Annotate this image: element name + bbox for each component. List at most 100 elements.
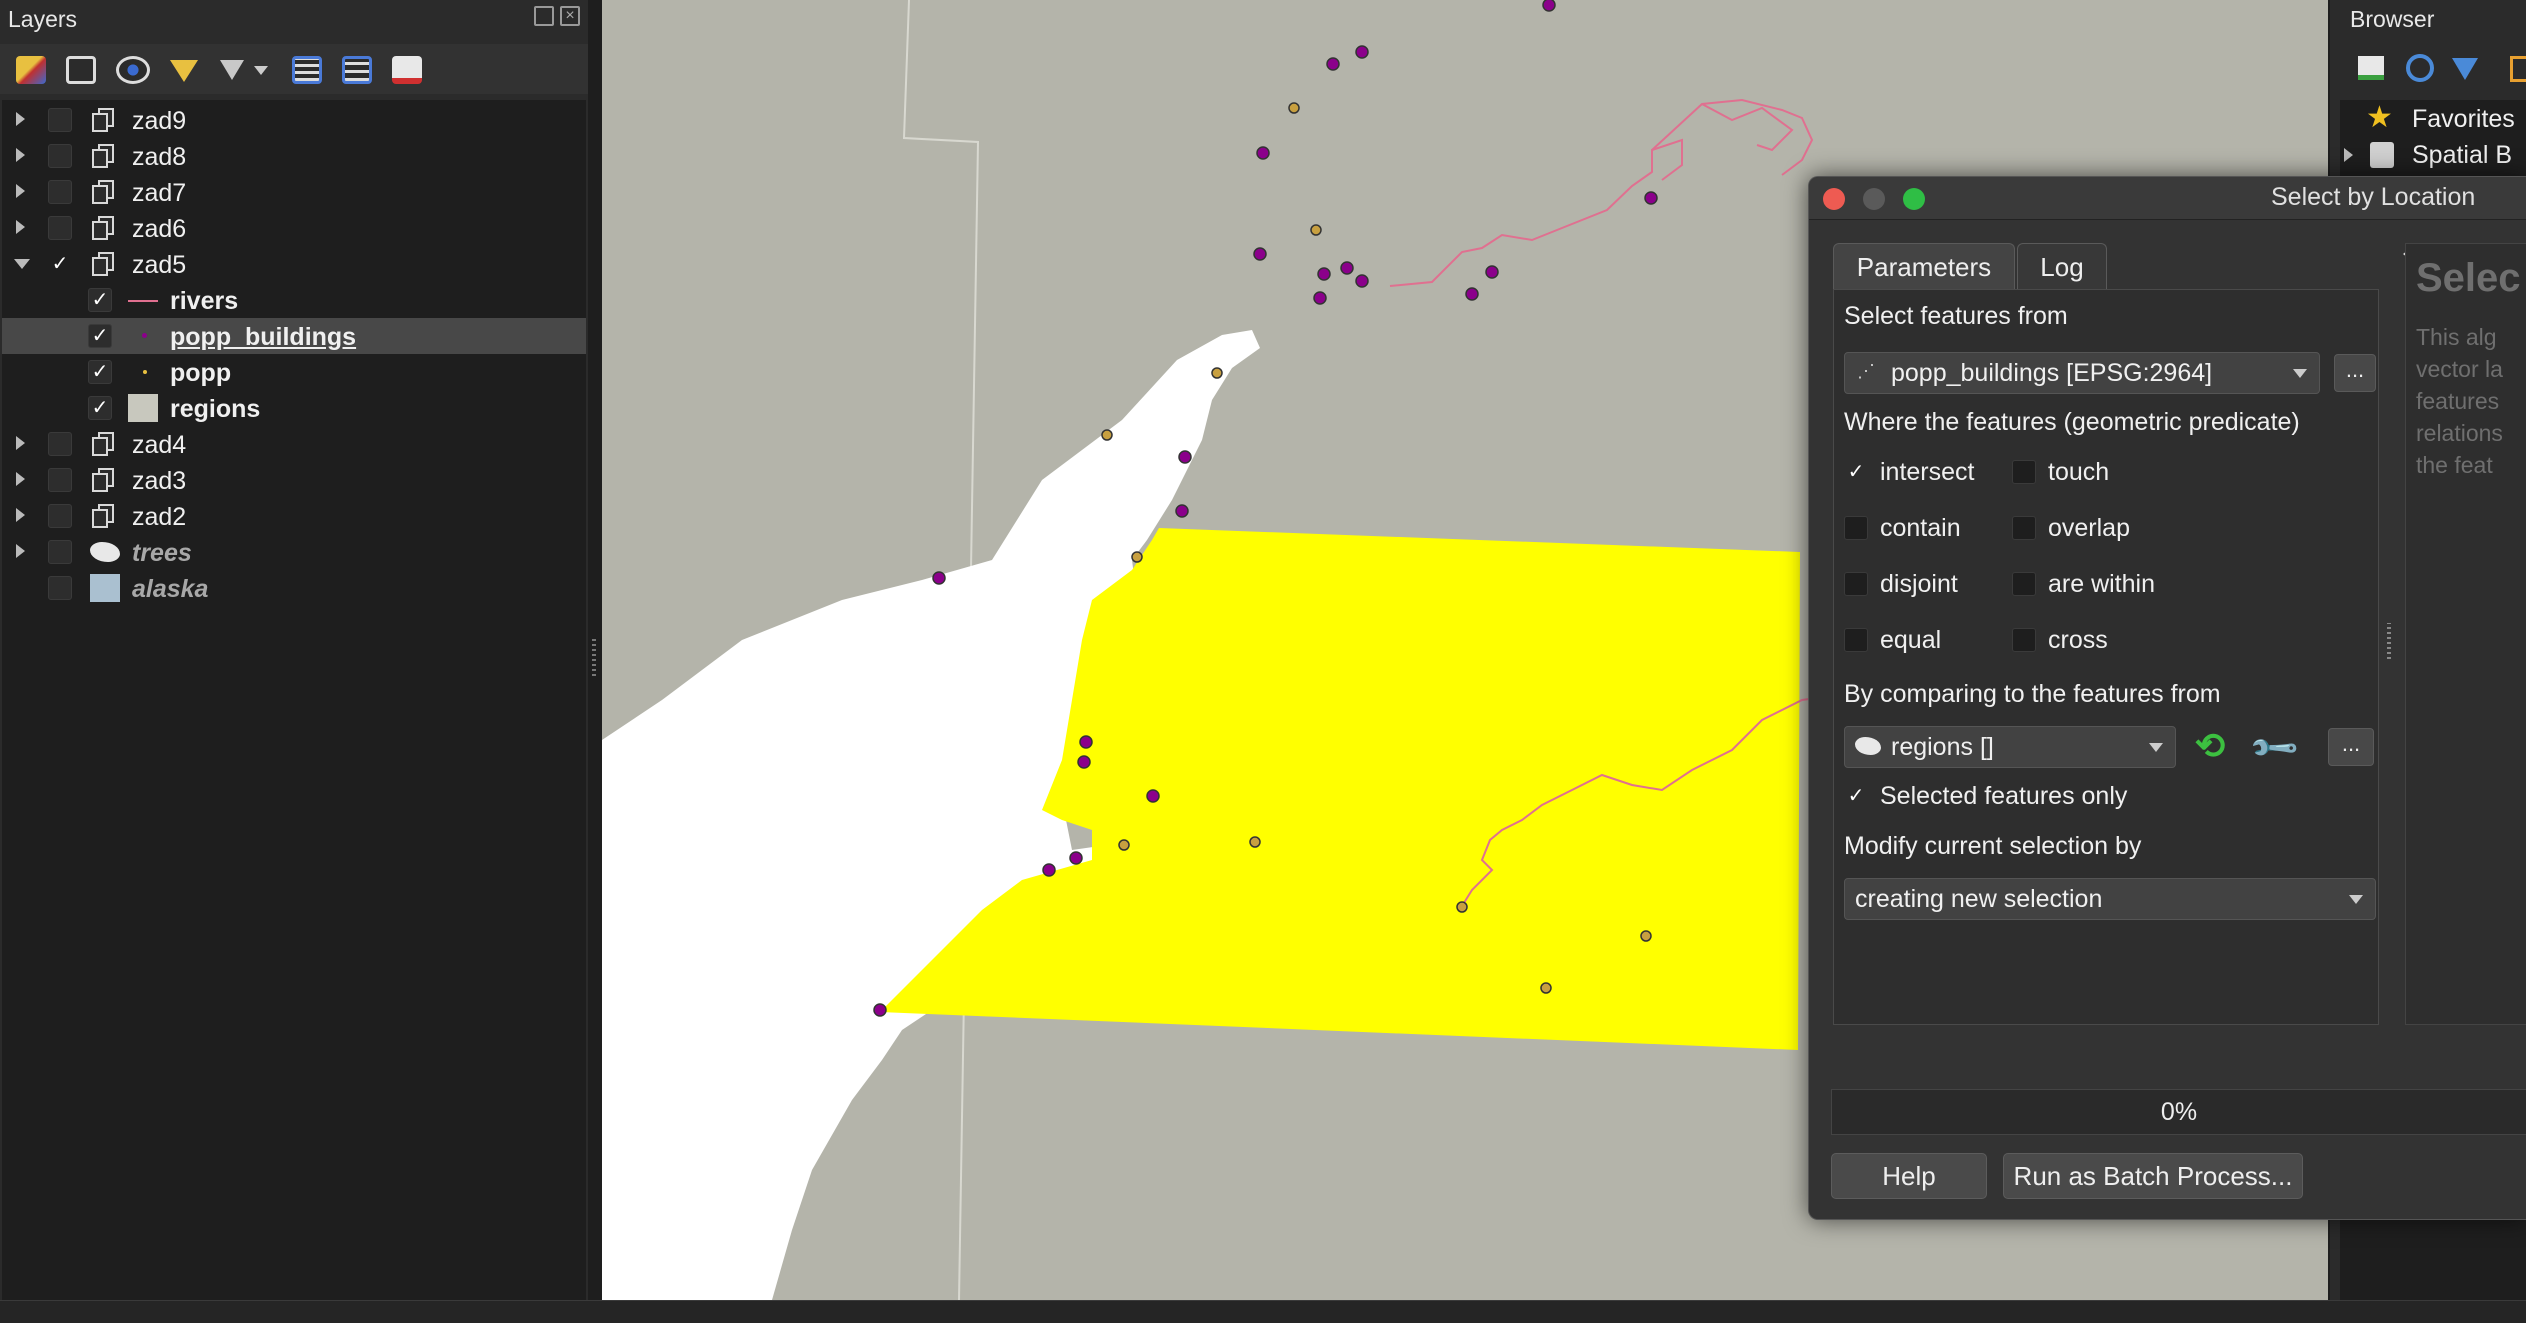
intersect-checkbox[interactable]: ✓ (1844, 460, 1868, 484)
compare-more-button[interactable]: ... (2328, 728, 2374, 766)
polygon-symbol-icon (128, 394, 158, 422)
modify-selection-label: Modify current selection by (1844, 832, 2142, 860)
layer-group-icon (92, 432, 114, 456)
layer-visibility-checkbox[interactable]: ✓ (48, 252, 72, 276)
collapse-arrow-icon[interactable] (14, 259, 30, 269)
filter-by-expression-icon[interactable] (220, 60, 244, 80)
tab-parameters[interactable]: Parameters (1833, 243, 2015, 290)
layer-visibility-checkbox[interactable] (48, 576, 72, 600)
disjoint-checkbox[interactable] (1844, 572, 1868, 596)
layer-visibility-checkbox[interactable] (48, 540, 72, 564)
expand-arrow-icon[interactable] (16, 184, 25, 198)
dialog-titlebar[interactable]: Select by Location (1809, 177, 2526, 220)
layer-label: zad4 (132, 431, 187, 459)
close-panel-icon[interactable]: × (560, 6, 580, 26)
modify-selection-value: creating new selection (1855, 885, 2103, 913)
layer-tree-item[interactable]: zad9 (2, 102, 586, 138)
filter-legend-icon[interactable] (170, 60, 198, 82)
layer-tree-item[interactable]: zad7 (2, 174, 586, 210)
browser-panel-title: Browser (2350, 6, 2435, 32)
collapse-all-icon[interactable] (342, 56, 372, 84)
tab-log[interactable]: Log (2017, 243, 2107, 290)
expand-arrow-icon[interactable] (16, 220, 25, 234)
contain-label: contain (1880, 514, 1961, 542)
manage-visibility-icon[interactable] (116, 56, 150, 84)
expand-arrow-icon[interactable] (16, 112, 25, 126)
add-group-icon[interactable] (66, 56, 96, 84)
layer-visibility-checkbox[interactable] (48, 504, 72, 528)
panel-splitter-handle[interactable] (592, 636, 596, 676)
layer-tree-item[interactable]: zad2 (2, 498, 586, 534)
expand-arrow-icon[interactable] (16, 472, 25, 486)
layer-tree-item[interactable]: zad3 (2, 462, 586, 498)
expand-arrow-icon[interactable] (16, 508, 25, 522)
layer-tree-item[interactable]: zad8 (2, 138, 586, 174)
layer-label: regions (170, 395, 261, 423)
layer-group-icon (92, 468, 114, 492)
layer-tree-item[interactable]: alaska (2, 570, 586, 606)
wrench-settings-icon[interactable]: 🔧 (2247, 721, 2301, 775)
add-selected-layers-icon[interactable] (2358, 56, 2384, 80)
river-line (1389, 138, 1683, 287)
layer-tree-item[interactable]: ✓ zad5 (2, 246, 586, 282)
expand-all-icon[interactable] (292, 56, 322, 84)
collapse-all-icon[interactable] (2510, 56, 2526, 82)
help-text-line: This alg (2416, 324, 2497, 350)
overlap-checkbox[interactable] (2012, 516, 2036, 540)
refresh-icon[interactable] (2406, 54, 2434, 82)
layer-visibility-checkbox[interactable] (48, 144, 72, 168)
layer-visibility-checkbox[interactable] (48, 468, 72, 492)
iterate-over-features-icon[interactable]: ⟲ (2190, 728, 2230, 766)
modify-selection-combo[interactable]: creating new selection (1844, 878, 2376, 920)
expand-arrow-icon[interactable] (16, 544, 25, 558)
minimize-window-icon[interactable] (1863, 188, 1885, 210)
progress-bar: 0% (1831, 1089, 2526, 1135)
layer-visibility-checkbox[interactable] (48, 216, 72, 240)
layer-visibility-checkbox[interactable] (48, 432, 72, 456)
cross-checkbox[interactable] (2012, 628, 2036, 652)
layer-tree-item[interactable]: trees (2, 534, 586, 570)
layer-visibility-checkbox[interactable]: ✓ (88, 396, 112, 420)
layer-tree-item[interactable]: ✓ rivers (2, 282, 586, 318)
float-panel-icon[interactable] (534, 6, 554, 26)
layer-visibility-checkbox[interactable] (48, 108, 72, 132)
are-within-label: are within (2048, 570, 2155, 598)
layer-tree-item-selected[interactable]: ✓ popp_buildings (2, 318, 586, 354)
selected-features-only-label: Selected features only (1880, 782, 2128, 810)
layer-tree-item[interactable]: ✓ popp (2, 354, 586, 390)
layer-visibility-checkbox[interactable]: ✓ (88, 360, 112, 384)
zoom-window-icon[interactable] (1903, 188, 1925, 210)
close-window-icon[interactable] (1823, 188, 1845, 210)
layer-tree-item[interactable]: ✓ regions (2, 390, 586, 426)
layer-tree-item[interactable]: zad6 (2, 210, 586, 246)
layer-visibility-checkbox[interactable]: ✓ (88, 288, 112, 312)
remove-layer-icon[interactable] (392, 56, 422, 84)
expand-arrow-icon[interactable] (2344, 148, 2353, 162)
layer-visibility-checkbox[interactable] (48, 180, 72, 204)
contain-checkbox[interactable] (1844, 516, 1868, 540)
filter-dropdown-arrow-icon[interactable] (254, 66, 268, 75)
expand-arrow-icon[interactable] (16, 148, 25, 162)
help-button[interactable]: Help (1831, 1153, 1987, 1199)
equal-checkbox[interactable] (1844, 628, 1868, 652)
layer-visibility-checkbox[interactable]: ✓ (88, 324, 112, 348)
run-as-batch-button[interactable]: Run as Batch Process... (2003, 1153, 2303, 1199)
expand-arrow-icon[interactable] (16, 436, 25, 450)
layer-label: zad5 (132, 251, 187, 279)
cross-label: cross (2048, 626, 2108, 654)
open-layer-styling-icon[interactable] (16, 56, 46, 84)
touch-checkbox[interactable] (2012, 460, 2036, 484)
browser-item-label: Favorites (2412, 105, 2515, 133)
algorithm-help-pane: Selec This alg vector la features relati… (2405, 243, 2526, 1025)
select-from-more-button[interactable]: ... (2334, 354, 2376, 392)
predicate-label: Where the features (geometric predicate) (1844, 408, 2300, 436)
chevron-down-icon (2149, 743, 2163, 752)
compare-layer-combo[interactable]: regions [] (1844, 726, 2176, 768)
are-within-checkbox[interactable] (2012, 572, 2036, 596)
layer-tree-item[interactable]: zad4 (2, 426, 586, 462)
river-line (1701, 103, 1794, 152)
selected-features-only-checkbox[interactable]: ✓ (1844, 784, 1868, 808)
dialog-splitter-handle[interactable] (2387, 623, 2391, 659)
select-from-combo[interactable]: ⋰ popp_buildings [EPSG:2964] (1844, 352, 2320, 394)
filter-browser-icon[interactable] (2452, 58, 2478, 80)
